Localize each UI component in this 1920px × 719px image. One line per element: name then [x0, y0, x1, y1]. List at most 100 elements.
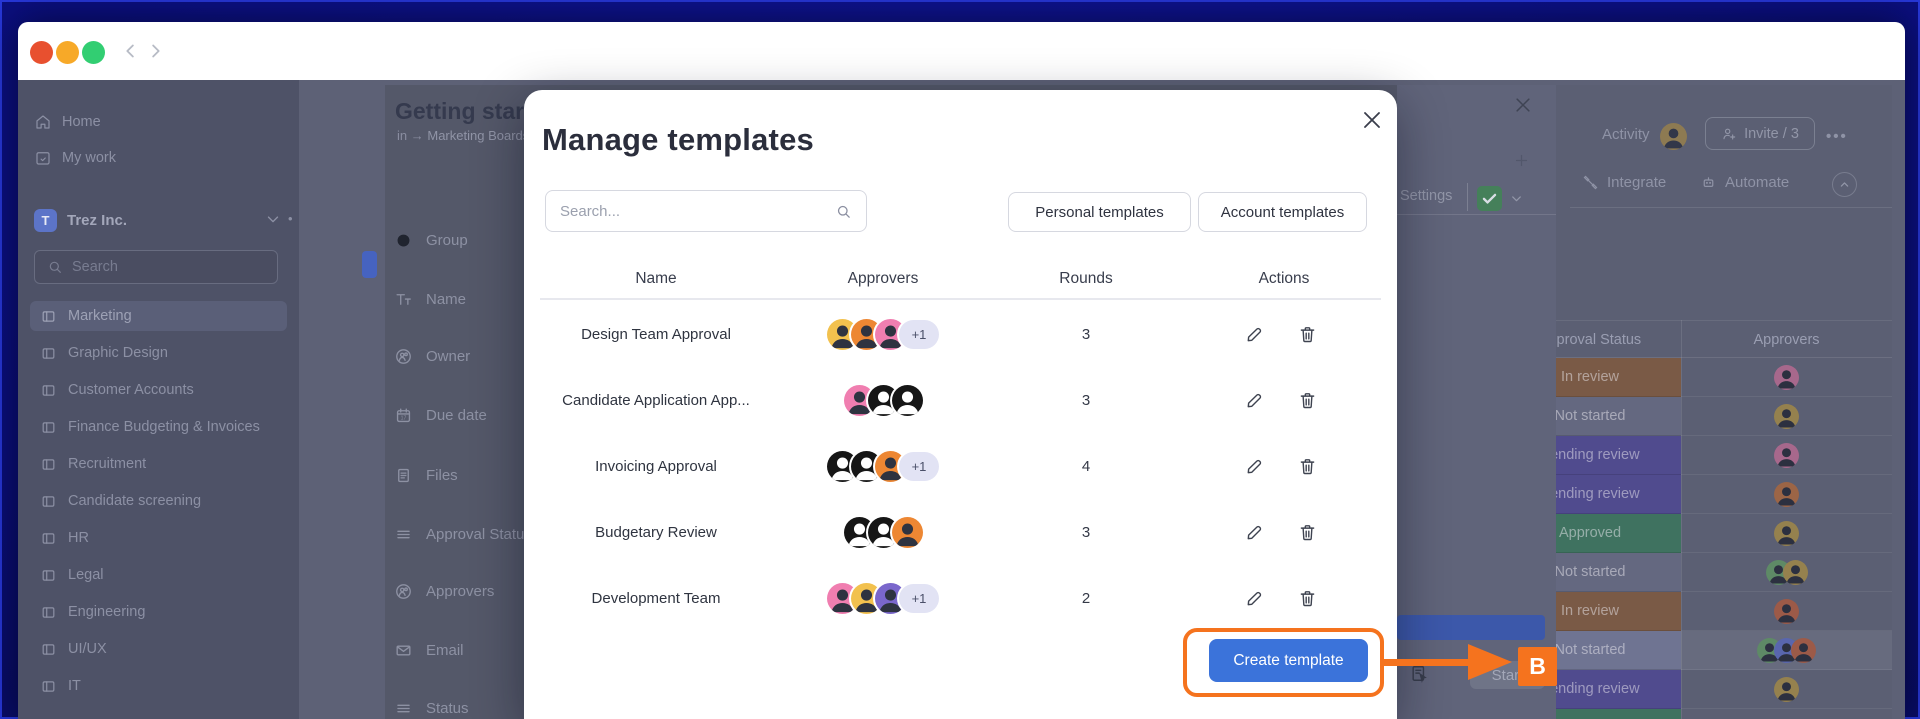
column-header-approvers[interactable]: Approvers — [1681, 321, 1892, 359]
breadcrumb-link[interactable]: Marketing Boards — [427, 128, 529, 143]
more-menu-icon[interactable]: ••• — [1826, 128, 1848, 145]
avatar — [1774, 482, 1799, 507]
automate-button[interactable]: Automate — [1700, 174, 1789, 191]
sidebar-item-marketing[interactable]: Marketing — [30, 301, 287, 331]
divider — [1467, 183, 1468, 211]
edit-template-button[interactable] — [1244, 433, 1268, 499]
sidebar-item-home[interactable]: Home — [34, 110, 101, 134]
activity-label[interactable]: Activity — [1602, 126, 1650, 143]
delete-template-button[interactable] — [1297, 565, 1321, 631]
status-cell[interactable]: In review — [1556, 358, 1681, 397]
status-cell[interactable]: Pending review — [1556, 670, 1681, 709]
sidebar-item-customer-accounts[interactable]: Customer Accounts — [30, 375, 287, 405]
sidebar: Home My work T Trez Inc. • Search Market… — [18, 80, 299, 719]
approvers-cell[interactable] — [1681, 475, 1892, 514]
name-icon — [394, 290, 413, 309]
collapse-chevron-up-icon[interactable] — [1832, 172, 1857, 197]
table-header-divider — [540, 298, 1381, 300]
board-row[interactable]: Approved — [1556, 514, 1892, 553]
board-row[interactable]: Approved — [1556, 709, 1892, 719]
create-template-button[interactable]: Create template — [1209, 639, 1368, 682]
sidebar-search-input[interactable]: Search — [34, 250, 278, 284]
template-row-development-team: Development Team+12 — [524, 565, 1397, 631]
template-search — [545, 190, 867, 232]
status-cell[interactable]: Pending review — [1556, 436, 1681, 475]
close-icon[interactable] — [1513, 95, 1533, 115]
approvers-cell[interactable] — [1681, 514, 1892, 553]
delete-template-button[interactable] — [1297, 433, 1321, 499]
workspace-header[interactable]: T Trez Inc. — [34, 206, 127, 234]
back-icon[interactable] — [120, 40, 142, 62]
close-icon[interactable] — [1360, 108, 1384, 132]
account-templates-button[interactable]: Account templates — [1198, 192, 1367, 232]
sidebar-item-finance-budgeting-invoices[interactable]: Finance Budgeting & Invoices — [30, 412, 287, 442]
board-row[interactable]: Not started — [1556, 553, 1892, 592]
sidebar-item-graphic-design[interactable]: Graphic Design — [30, 338, 287, 368]
status-cell[interactable]: In review — [1556, 592, 1681, 631]
board-row[interactable]: Pending review — [1556, 436, 1892, 475]
approvers-cell[interactable] — [1681, 553, 1892, 592]
integrate-button[interactable]: Integrate — [1582, 174, 1666, 191]
status-cell[interactable]: Pending review — [1556, 475, 1681, 514]
board-row[interactable]: In review — [1556, 358, 1892, 397]
sidebar-item-it[interactable]: IT — [30, 671, 287, 701]
sidebar-item-hr[interactable]: HR — [30, 523, 287, 553]
field-label-name: Name — [394, 287, 466, 311]
start-button-fragment[interactable]: Start — [1470, 661, 1545, 689]
approvers-cell[interactable] — [1681, 670, 1892, 709]
template-approvers — [783, 499, 983, 565]
approvers-cell[interactable] — [1681, 358, 1892, 397]
chevron-down-icon[interactable] — [1509, 191, 1524, 206]
sidebar-item-my-work[interactable]: My work — [34, 146, 116, 170]
sidebar-item-label: Engineering — [68, 604, 145, 620]
delete-template-button[interactable] — [1297, 499, 1321, 565]
personal-templates-button[interactable]: Personal templates — [1008, 192, 1191, 232]
approvers-cell[interactable] — [1681, 709, 1892, 719]
approvers-cell[interactable] — [1681, 631, 1892, 670]
status-cell[interactable]: Approved — [1556, 514, 1681, 553]
minimize-window-button[interactable] — [56, 41, 79, 64]
edit-template-button[interactable] — [1244, 565, 1268, 631]
field-label-approval-status: Approval Status — [394, 522, 532, 546]
due-date-icon: 17 — [394, 406, 413, 425]
status-cell[interactable]: Not started — [1556, 553, 1681, 592]
approvers-icon — [394, 582, 413, 601]
board-row[interactable]: In review — [1556, 592, 1892, 631]
board-row[interactable]: Not started — [1556, 397, 1892, 436]
sidebar-item-legal[interactable]: Legal — [30, 560, 287, 590]
sidebar-item-engineering[interactable]: Engineering — [30, 597, 287, 627]
sidebar-item-recruitment[interactable]: Recruitment — [30, 449, 287, 479]
search-icon — [47, 259, 63, 275]
field-label-status: Status — [394, 696, 469, 719]
edit-template-button[interactable] — [1244, 301, 1268, 367]
delete-template-button[interactable] — [1297, 301, 1321, 367]
checked-checkbox[interactable] — [1477, 186, 1502, 211]
forward-icon[interactable] — [144, 40, 166, 62]
chevron-down-icon[interactable] — [264, 210, 282, 228]
maximize-window-button[interactable] — [82, 41, 105, 64]
sidebar-item-ui-ux[interactable]: UI/UX — [30, 634, 287, 664]
edit-template-button[interactable] — [1244, 367, 1268, 433]
delete-template-button[interactable] — [1297, 367, 1321, 433]
board-row[interactable]: Not started — [1556, 631, 1892, 670]
settings-label[interactable]: Settings — [1400, 188, 1452, 204]
status-cell[interactable]: Approved — [1556, 709, 1681, 719]
board-icon — [40, 345, 57, 362]
workspace-more-icon[interactable]: • — [288, 211, 294, 226]
close-window-button[interactable] — [30, 41, 53, 64]
approvers-cell[interactable] — [1681, 592, 1892, 631]
board-row[interactable]: Pending review — [1556, 670, 1892, 709]
invite-button[interactable]: Invite / 3 — [1705, 117, 1815, 150]
status-cell[interactable]: Not started — [1556, 631, 1681, 670]
board-row[interactable]: Pending review — [1556, 475, 1892, 514]
activity-avatar[interactable] — [1660, 123, 1687, 150]
avatar — [1774, 404, 1799, 429]
template-search-input[interactable] — [560, 203, 835, 220]
approvers-cell[interactable] — [1681, 436, 1892, 475]
column-header-approval-status[interactable]: Approval Status — [1556, 321, 1681, 359]
plus-icon[interactable] — [1513, 152, 1530, 169]
status-cell[interactable]: Not started — [1556, 397, 1681, 436]
sidebar-item-candidate-screening[interactable]: Candidate screening — [30, 486, 287, 516]
approvers-cell[interactable] — [1681, 397, 1892, 436]
edit-template-button[interactable] — [1244, 499, 1268, 565]
